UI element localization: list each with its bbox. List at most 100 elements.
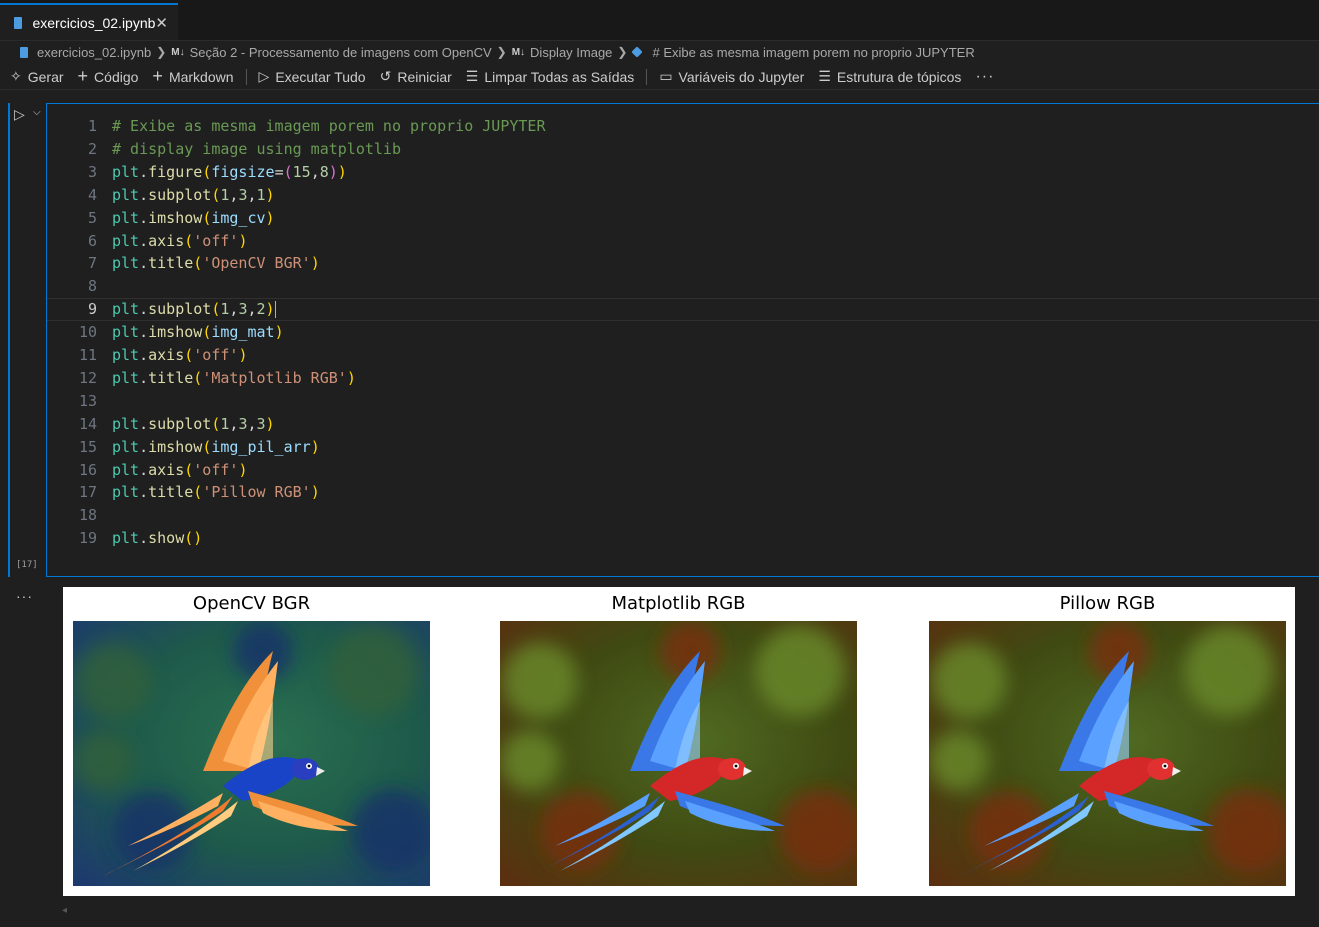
- line-number: 16: [78, 460, 97, 479]
- code-line[interactable]: 1 # Exibe as mesma imagem porem no propri…: [47, 115, 1319, 138]
- line-number: 18: [78, 506, 97, 525]
- code-line[interactable]: 17 plt.title('Pillow RGB'): [47, 481, 1319, 504]
- code-text: plt.subplot(1,3,3): [112, 414, 275, 433]
- code-line[interactable]: 14 plt.subplot(1,3,3): [47, 413, 1319, 436]
- code-line[interactable]: 15 plt.imshow(img_pil_arr): [47, 436, 1319, 459]
- code-line[interactable]: 6 plt.axis('off'): [47, 230, 1319, 253]
- add-markdown-label: Markdown: [168, 68, 234, 85]
- clear-outputs-button[interactable]: ☰ Limpar Todas as Saídas: [466, 68, 635, 85]
- code-text: # Exibe as mesma imagem porem no proprio…: [112, 117, 546, 135]
- plot-title: Matplotlib RGB: [611, 593, 746, 614]
- notebook-tab[interactable]: exercicios_02.ipynb ✕: [0, 3, 178, 40]
- outline-button[interactable]: ☰ Estrutura de tópicos: [818, 68, 961, 85]
- code-text: plt.axis('off'): [112, 231, 248, 250]
- generate-button[interactable]: ✧ Gerar: [10, 68, 64, 85]
- editor-tab-bar: exercicios_02.ipynb ✕: [0, 0, 1319, 41]
- code-line[interactable]: 10 plt.imshow(img_mat): [47, 321, 1319, 344]
- close-icon[interactable]: ✕: [155, 14, 168, 32]
- breadcrumb-file[interactable]: exercicios_02.ipynb: [20, 45, 151, 60]
- parrot-image: [500, 621, 857, 886]
- cell-focus-indicator: [8, 103, 10, 577]
- scroll-left-icon[interactable]: ◂: [62, 905, 67, 916]
- restart-label: Reiniciar: [397, 68, 452, 85]
- chevron-right-icon: ❯: [496, 45, 507, 59]
- code-text: plt.show(): [112, 529, 203, 548]
- more-icon: ···: [975, 67, 995, 85]
- code-line[interactable]: 18: [47, 504, 1319, 527]
- code-line[interactable]: 7 plt.title('OpenCV BGR'): [47, 252, 1319, 275]
- code-line[interactable]: 5 plt.imshow(img_cv): [47, 207, 1319, 230]
- line-number: 17: [78, 483, 97, 502]
- code-line[interactable]: 9 plt.subplot(1,3,2): [47, 298, 1319, 322]
- restart-button[interactable]: ↺ Reiniciar: [380, 68, 452, 85]
- clear-outputs-label: Limpar Todas as Saídas: [484, 68, 635, 85]
- restart-icon: ↺: [379, 68, 392, 84]
- chevron-right-icon: ❯: [617, 45, 628, 59]
- plus-icon: +: [77, 66, 89, 86]
- code-line[interactable]: 4 plt.subplot(1,3,1): [47, 184, 1319, 207]
- line-number: 1: [87, 117, 97, 135]
- code-line[interactable]: 11 plt.axis('off'): [47, 344, 1319, 367]
- chevron-down-icon[interactable]: ⌵: [33, 107, 41, 118]
- add-code-label: Código: [94, 68, 139, 85]
- breadcrumb-cell[interactable]: # Exibe as mesma imagem porem no proprio…: [631, 45, 975, 60]
- code-text: plt.title('Matplotlib RGB'): [112, 368, 356, 387]
- code-line[interactable]: 19 plt.show(): [47, 527, 1319, 550]
- toolbar-divider: [646, 68, 648, 85]
- run-all-label: Executar Tudo: [275, 68, 366, 85]
- chevron-right-icon: ❯: [156, 45, 167, 59]
- line-number: 19: [78, 529, 97, 548]
- breadcrumb-section-1[interactable]: M↓ Seção 2 - Processamento de imagens co…: [171, 45, 491, 60]
- code-line[interactable]: 16 plt.axis('off'): [47, 459, 1319, 482]
- code-text: plt.axis('off'): [112, 460, 248, 479]
- line-number: 14: [78, 414, 97, 433]
- code-text: plt.imshow(img_mat): [112, 323, 284, 342]
- variables-button[interactable]: ▭ Variáveis do Jupyter: [659, 68, 804, 85]
- code-line[interactable]: 13: [47, 390, 1319, 413]
- generate-label: Gerar: [27, 68, 64, 85]
- clear-all-icon: ☰: [465, 68, 479, 84]
- breadcrumb-section-2-label: Display Image: [530, 44, 613, 60]
- breadcrumb: exercicios_02.ipynb ❯ M↓ Seção 2 - Proce…: [0, 40, 1319, 64]
- code-text: plt.imshow(img_pil_arr): [112, 437, 320, 456]
- code-text: plt.imshow(img_cv): [112, 208, 275, 227]
- add-markdown-button[interactable]: + Markdown: [152, 66, 233, 87]
- code-line[interactable]: 2 # display image using matplotlib: [47, 138, 1319, 161]
- run-cell-icon[interactable]: ▷: [14, 106, 25, 123]
- more-actions-button[interactable]: ···: [975, 68, 994, 86]
- play-icon: ▷: [258, 68, 270, 84]
- run-all-button[interactable]: ▷ Executar Tudo: [259, 68, 366, 85]
- breadcrumb-file-label: exercicios_02.ipynb: [37, 44, 152, 60]
- code-line[interactable]: 12 plt.title('Matplotlib RGB'): [47, 367, 1319, 390]
- code-line[interactable]: 3 plt.figure(figsize=(15,8)): [47, 161, 1319, 184]
- breadcrumb-section-2[interactable]: M↓ Display Image: [512, 45, 613, 60]
- line-number: 2: [87, 139, 97, 158]
- line-number: 11: [78, 346, 97, 364]
- plus-icon: +: [152, 66, 163, 86]
- notebook-toolbar: ✧ Gerar + Código + Markdown ▷ Executar T…: [0, 64, 1319, 90]
- breadcrumb-section-1-label: Seção 2 - Processamento de imagens com O…: [189, 44, 492, 60]
- cell-output: OpenCV BGR Matplotlib RGB Pillow RGB: [63, 587, 1295, 896]
- code-text: plt.figure(figsize=(15,8)): [112, 162, 347, 181]
- code-text: # display image using matplotlib: [112, 139, 401, 158]
- code-cell-icon: [631, 46, 644, 58]
- add-code-button[interactable]: + Código: [78, 66, 139, 87]
- plot-title: OpenCV BGR: [192, 593, 311, 614]
- code-text: plt.subplot(1,3,2): [112, 300, 276, 319]
- markdown-icon: M↓: [171, 46, 185, 58]
- output-more-icon[interactable]: ···: [16, 588, 33, 604]
- sparkle-icon: ✧: [10, 68, 22, 84]
- variables-label: Variáveis do Jupyter: [678, 68, 805, 85]
- code-cell-editor[interactable]: 1 # Exibe as mesma imagem porem no propri…: [46, 103, 1319, 577]
- code-line[interactable]: 8: [47, 275, 1319, 298]
- line-number: 5: [87, 208, 97, 227]
- plot-title: Pillow RGB: [1059, 593, 1156, 614]
- code-text: plt.axis('off'): [112, 346, 248, 364]
- variables-icon: ▭: [659, 68, 673, 84]
- toolbar-divider: [245, 68, 247, 85]
- line-number: 4: [87, 185, 97, 204]
- list-icon: ☰: [818, 68, 831, 84]
- line-number: 10: [78, 323, 97, 342]
- code-text: plt.subplot(1,3,1): [112, 185, 275, 204]
- line-number: 12: [78, 368, 97, 387]
